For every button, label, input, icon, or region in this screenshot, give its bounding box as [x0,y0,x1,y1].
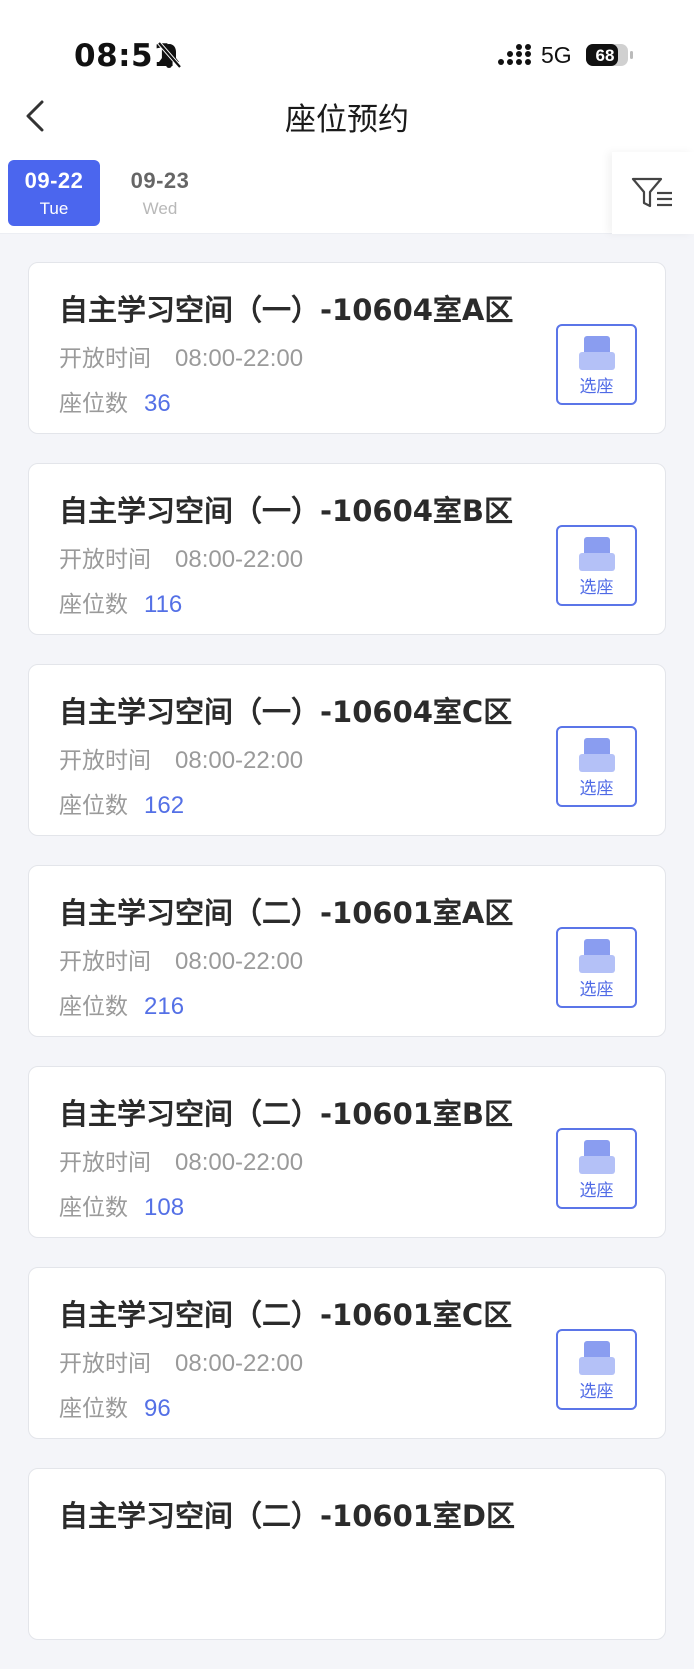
seat-icon [578,1140,615,1174]
open-time-label: 开放时间 [59,1150,151,1176]
nav-bar: 座位预约 [0,90,694,152]
date-label: 09-23 [130,168,190,193]
silent-bell-icon [157,41,182,69]
select-seat-button[interactable]: 选座 [556,525,637,606]
open-time-value: 08:00-22:00 [175,1350,304,1377]
seat-icon [578,1341,615,1375]
seat-count-value: 162 [144,792,185,819]
room-card: 自主学习空间（二）-10601室D区 [28,1468,666,1640]
battery-level: 68 [596,46,615,65]
seat-count-row: 座位数 36 [59,384,171,418]
room-name: 自主学习空间（一）-10604室A区 [59,293,514,327]
seat-count-value: 216 [144,993,185,1020]
room-card: 自主学习空间（一）-10604室A区 开放时间 08:00-22:00 座位数 36… [28,262,666,434]
open-time-value: 08:00-22:00 [175,345,304,372]
select-seat-label: 选座 [579,377,614,397]
seat-count-value: 96 [144,1395,171,1422]
seat-icon [578,738,615,772]
date-label: 09-22 [24,168,84,193]
seat-count-label: 座位数 [59,994,128,1020]
filter-icon [631,177,672,208]
date-tab-0922[interactable]: 09-22 Tue [8,160,100,226]
select-seat-button[interactable]: 选座 [556,726,637,807]
signal-icon [498,44,531,65]
select-seat-label: 选座 [579,980,614,1000]
select-seat-label: 选座 [579,779,614,799]
seat-count-value: 108 [144,1194,185,1221]
open-time-label: 开放时间 [59,748,151,774]
room-name: 自主学习空间（二）-10601室D区 [59,1499,516,1533]
open-time-label: 开放时间 [59,1351,151,1377]
battery-icon: 68 [586,44,633,66]
seat-count-row: 座位数 96 [59,1389,171,1423]
seat-count-row: 座位数 108 [59,1188,184,1222]
room-card: 自主学习空间（二）-10601室B区 开放时间 08:00-22:00 座位数 10… [28,1066,666,1238]
select-seat-button[interactable]: 选座 [556,324,637,405]
select-seat-label: 选座 [579,578,614,598]
seat-count-row: 座位数 162 [59,786,184,820]
select-seat-label: 选座 [579,1181,614,1201]
open-time-row: 开放时间 08:00-22:00 [59,540,303,574]
select-seat-label: 选座 [579,1382,614,1402]
seat-count-label: 座位数 [59,391,128,417]
seat-count-label: 座位数 [59,592,128,618]
open-time-row: 开放时间 08:00-22:00 [59,1143,303,1177]
room-card: 自主学习空间（二）-10601室A区 开放时间 08:00-22:00 座位数 21… [28,865,666,1037]
room-name: 自主学习空间（二）-10601室A区 [59,896,514,930]
seat-count-value: 116 [144,591,183,618]
seat-icon [578,939,615,973]
seat-count-value: 36 [144,390,171,417]
open-time-label: 开放时间 [59,949,151,975]
room-card: 自主学习空间（一）-10604室C区 开放时间 08:00-22:00 座位数 16… [28,664,666,836]
status-bar: 08:51 5G 68 [0,0,694,90]
seat-count-label: 座位数 [59,793,128,819]
open-time-label: 开放时间 [59,346,151,372]
seat-icon [578,336,615,370]
open-time-row: 开放时间 08:00-22:00 [59,339,303,373]
open-time-value: 08:00-22:00 [175,948,304,975]
open-time-value: 08:00-22:00 [175,1149,304,1176]
open-time-value: 08:00-22:00 [175,747,304,774]
date-tab-0923[interactable]: 09-23 Wed [114,160,206,226]
open-time-value: 08:00-22:00 [175,546,304,573]
open-time-row: 开放时间 08:00-22:00 [59,942,303,976]
seat-icon [578,537,615,571]
room-name: 自主学习空间（一）-10604室B区 [59,494,514,528]
date-selector: 09-22 Tue 09-23 Wed [0,152,694,234]
seat-count-label: 座位数 [59,1396,128,1422]
room-name: 自主学习空间（二）-10601室C区 [59,1298,513,1332]
room-list: 自主学习空间（一）-10604室A区 开放时间 08:00-22:00 座位数 36… [28,262,666,1669]
open-time-row: 开放时间 08:00-22:00 [59,741,303,775]
room-card: 自主学习空间（二）-10601室C区 开放时间 08:00-22:00 座位数 96… [28,1267,666,1439]
select-seat-button[interactable]: 选座 [556,927,637,1008]
open-time-label: 开放时间 [59,547,151,573]
seat-count-label: 座位数 [59,1195,128,1221]
weekday-label: Wed [142,199,178,218]
network-type: 5G [541,42,572,68]
seat-count-row: 座位数 216 [59,987,184,1021]
open-time-row: 开放时间 08:00-22:00 [59,1344,303,1378]
room-card: 自主学习空间（一）-10604室B区 开放时间 08:00-22:00 座位数 11… [28,463,666,635]
room-name: 自主学习空间（二）-10601室B区 [59,1097,514,1131]
select-seat-button[interactable]: 选座 [556,1329,637,1410]
filter-button[interactable] [612,152,694,234]
seat-count-row: 座位数 116 [59,585,182,619]
weekday-label: Tue [39,199,69,218]
page-title: 座位预约 [285,102,409,138]
room-name: 自主学习空间（一）-10604室C区 [59,695,513,729]
select-seat-button[interactable]: 选座 [556,1128,637,1209]
